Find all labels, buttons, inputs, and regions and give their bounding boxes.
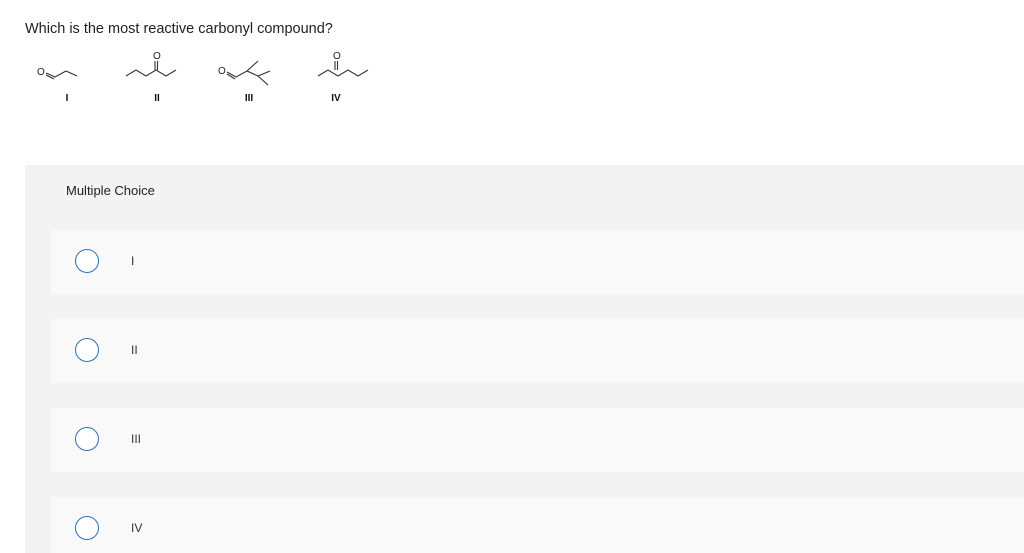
structure-label-ii: II — [154, 93, 160, 104]
carbonyl-structures-drawing: O O O O — [37, 51, 369, 86]
structure-label-iv: IV — [331, 93, 341, 104]
structure-i-skeleton — [45, 70, 78, 78]
structure-iii-skeleton — [226, 60, 271, 86]
option-label: I — [131, 254, 135, 268]
radio-button-icon[interactable] — [75, 516, 99, 540]
structure-ii-oxygen: O — [153, 51, 161, 62]
option-label: II — [131, 343, 138, 357]
structure-iv-carbonyl — [334, 61, 339, 70]
structure-label-i: I — [65, 93, 69, 104]
option-i[interactable]: I — [51, 230, 1024, 294]
structure-ii-skeleton — [125, 69, 177, 77]
option-ii[interactable]: II — [51, 319, 1024, 383]
structure-iv-oxygen: O — [333, 51, 341, 62]
multiple-choice-panel: Multiple Choice I II III IV — [25, 165, 1024, 553]
option-iii[interactable]: III — [51, 408, 1024, 472]
radio-button-icon[interactable] — [75, 338, 99, 362]
option-iv[interactable]: IV — [51, 497, 1024, 553]
structure-ii-carbonyl — [154, 61, 159, 70]
structure-iv-skeleton — [317, 69, 369, 77]
radio-button-icon[interactable] — [75, 249, 99, 273]
structures-image: O O O O I II III IV — [0, 40, 420, 115]
structure-label-iii: III — [244, 93, 254, 104]
multiple-choice-header: Multiple Choice — [66, 183, 155, 198]
structure-i-oxygen: O — [37, 67, 45, 78]
option-label: IV — [131, 521, 143, 535]
option-label: III — [131, 432, 142, 446]
question-text: Which is the most reactive carbonyl comp… — [25, 21, 333, 37]
radio-button-icon[interactable] — [75, 427, 99, 451]
structure-iii-oxygen: O — [218, 66, 226, 77]
